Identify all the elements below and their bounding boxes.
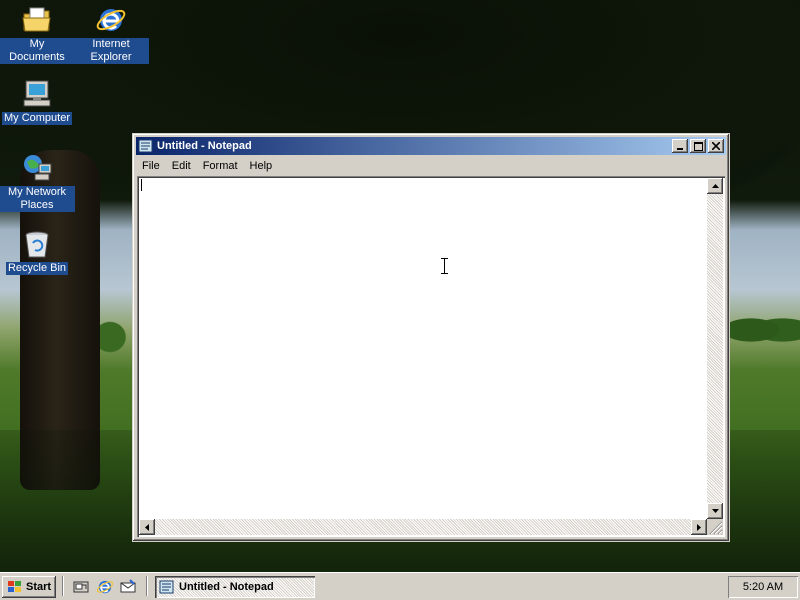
notepad-window[interactable]: Untitled - Notepad File Edit Format Help xyxy=(132,133,730,542)
taskbar-separator xyxy=(62,576,64,596)
menu-help[interactable]: Help xyxy=(244,160,279,172)
maximize-icon xyxy=(693,141,703,151)
internet-explorer-icon xyxy=(96,580,114,594)
taskbar: Start Untitled - Notepad 5:20 AM xyxy=(0,572,800,600)
resize-grip[interactable] xyxy=(707,519,723,535)
recycle-bin-icon xyxy=(25,231,49,258)
desktop-icon-my-computer[interactable]: My Computer xyxy=(0,78,75,125)
menu-file[interactable]: File xyxy=(136,160,166,172)
arrow-up-icon xyxy=(711,184,719,188)
desktop-icon-label: Internet Explorer xyxy=(73,38,149,64)
notepad-app-icon[interactable] xyxy=(138,139,154,153)
desktop-icon-label: My Documents xyxy=(0,38,75,64)
system-tray: 5:20 AM xyxy=(728,576,798,598)
start-button[interactable]: Start xyxy=(2,576,56,598)
minimize-button[interactable] xyxy=(672,139,688,153)
quick-launch-show-desktop[interactable] xyxy=(71,577,91,597)
desktop-icon-label: My Network Places xyxy=(0,186,75,212)
horizontal-scrollbar[interactable] xyxy=(139,519,707,535)
window-title: Untitled - Notepad xyxy=(157,140,252,152)
taskbar-separator xyxy=(146,576,148,596)
desktop-icon-internet-explorer[interactable]: Internet Explorer xyxy=(73,4,149,64)
maximize-button[interactable] xyxy=(690,139,706,153)
computer-icon xyxy=(23,80,51,107)
start-label: Start xyxy=(26,581,52,593)
scroll-up-button[interactable] xyxy=(707,178,723,194)
internet-explorer-icon xyxy=(96,9,126,31)
menu-bar: File Edit Format Help xyxy=(136,156,726,175)
desktop-icon-label: My Computer xyxy=(1,112,73,125)
menu-edit[interactable]: Edit xyxy=(166,160,197,172)
folder-documents-icon xyxy=(22,7,51,32)
close-icon xyxy=(712,142,720,150)
arrow-left-icon xyxy=(145,523,149,531)
scroll-left-button[interactable] xyxy=(139,519,155,535)
window-titlebar[interactable]: Untitled - Notepad xyxy=(136,137,726,155)
desktop-icon-my-network-places[interactable]: My Network Places xyxy=(0,152,75,212)
quick-launch-outlook-express[interactable] xyxy=(118,577,138,597)
text-caret xyxy=(141,179,142,191)
vertical-scrollbar[interactable] xyxy=(707,178,723,519)
resize-grip-icon xyxy=(709,521,723,535)
desktop-icon-recycle-bin[interactable]: Recycle Bin xyxy=(0,228,75,275)
minimize-icon xyxy=(677,148,683,150)
text-edit-area[interactable] xyxy=(137,176,725,537)
show-desktop-icon xyxy=(73,581,89,593)
network-places-icon xyxy=(24,155,52,181)
menu-format[interactable]: Format xyxy=(197,160,244,172)
wallpaper-trees-right xyxy=(730,310,800,350)
arrow-down-icon xyxy=(711,509,719,513)
taskbar-button-label: Untitled - Notepad xyxy=(179,581,274,593)
desktop-icon-label: Recycle Bin xyxy=(5,262,69,275)
taskbar-button-notepad[interactable]: Untitled - Notepad xyxy=(155,576,315,598)
arrow-right-icon xyxy=(697,523,701,531)
desktop-icon-my-documents[interactable]: My Documents xyxy=(0,4,75,64)
ibeam-cursor-icon xyxy=(441,258,448,274)
clock[interactable]: 5:20 AM xyxy=(743,581,783,593)
windows-flag-icon xyxy=(8,581,21,592)
notepad-app-icon xyxy=(159,580,174,594)
close-button[interactable] xyxy=(708,139,724,153)
scroll-right-button[interactable] xyxy=(691,519,707,535)
quick-launch-internet-explorer[interactable] xyxy=(95,577,115,597)
scroll-down-button[interactable] xyxy=(707,503,723,519)
outlook-express-icon xyxy=(120,579,136,593)
